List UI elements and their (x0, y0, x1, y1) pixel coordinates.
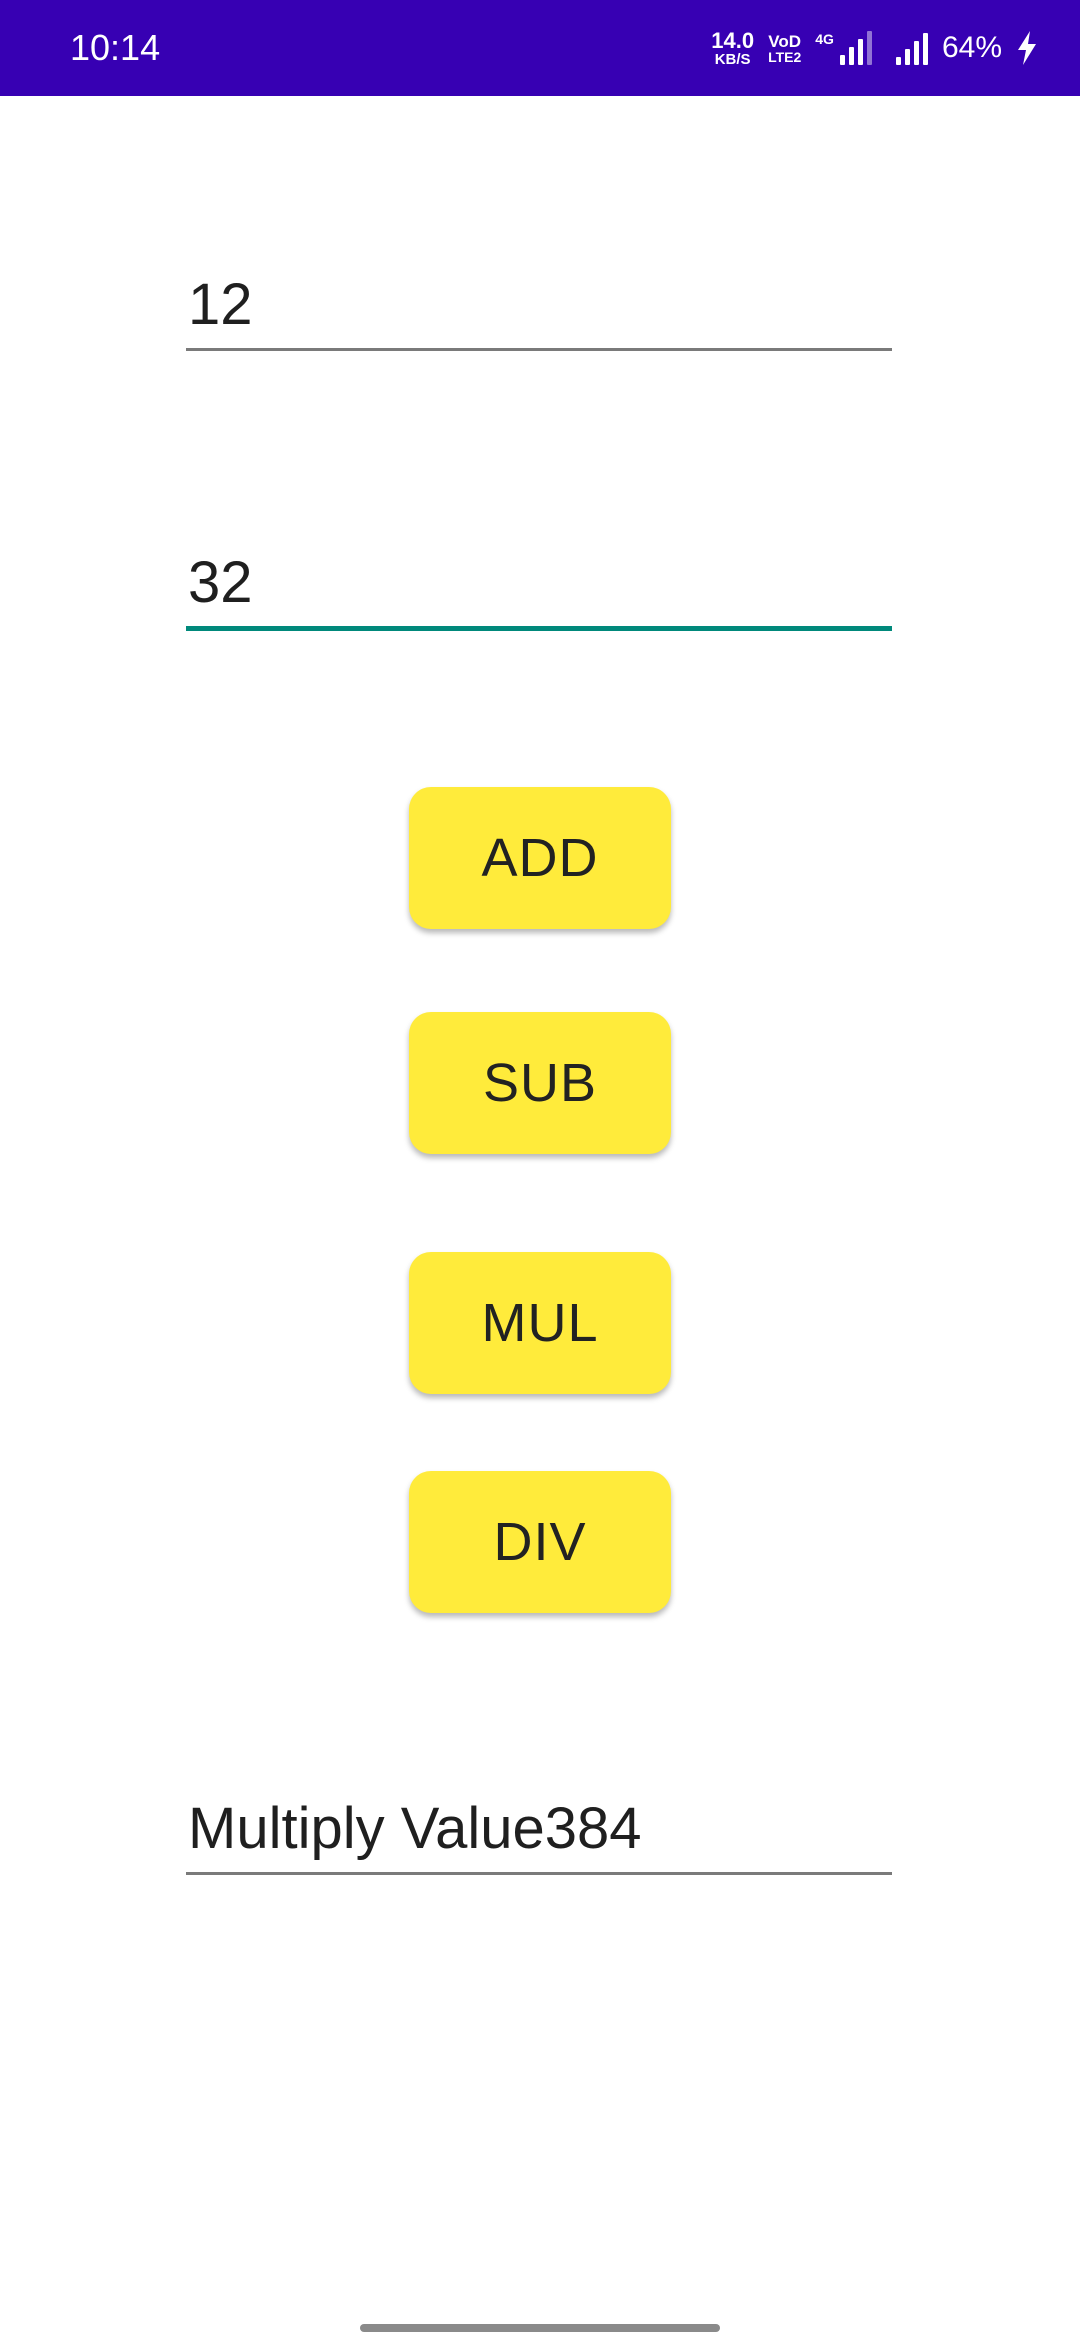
result-field[interactable]: Multiply Value384 (186, 1794, 892, 1875)
calculator-screen: 10:14 14.0 KB/S VoD LTE2 4G 64% 12 32 AD… (0, 0, 1080, 2340)
second-number-value[interactable]: 32 (186, 548, 892, 618)
battery-percent: 64% (941, 31, 1002, 64)
first-number-value[interactable]: 12 (186, 270, 892, 340)
status-icons: 14.0 KB/S VoD LTE2 4G 64% (711, 22, 1038, 74)
signal-bar (839, 55, 845, 65)
volte-bottom-label: LTE2 (768, 48, 802, 65)
first-number-input[interactable]: 12 (186, 270, 892, 351)
result-underline (186, 1872, 892, 1875)
add-button[interactable]: ADD (409, 787, 671, 929)
network-speed-unit: KB/S (714, 50, 751, 68)
status-time: 10:14 (70, 27, 161, 68)
divide-button[interactable]: DIV (409, 1471, 671, 1613)
network-speed-icon: 14.0 KB/S (711, 27, 755, 68)
signal-4g-label: 4G (815, 31, 834, 47)
signal-bar (848, 47, 854, 65)
signal-bar (904, 49, 910, 65)
gesture-nav-handle[interactable] (360, 2324, 720, 2332)
first-number-underline (186, 348, 892, 351)
second-number-underline (186, 626, 892, 631)
signal-4g-icon: 4G (815, 31, 872, 65)
volte-top-label: VoD (768, 31, 802, 51)
result-text[interactable]: Multiply Value384 (186, 1794, 892, 1864)
signal-bar (857, 39, 863, 65)
signal-icon (895, 31, 928, 65)
subtract-button[interactable]: SUB (409, 1012, 671, 1154)
signal-bar (922, 33, 928, 65)
signal-bar (895, 57, 901, 65)
signal-bar (866, 31, 872, 65)
volte-icon: VoD LTE2 (768, 33, 801, 64)
status-bar: 10:14 14.0 KB/S VoD LTE2 4G 64% (0, 0, 1080, 96)
multiply-button[interactable]: MUL (409, 1252, 671, 1394)
network-speed-value: 14.0 (711, 27, 755, 53)
charging-bolt-icon (1018, 31, 1036, 65)
second-number-input[interactable]: 32 (186, 548, 892, 631)
signal-bar (913, 41, 919, 65)
